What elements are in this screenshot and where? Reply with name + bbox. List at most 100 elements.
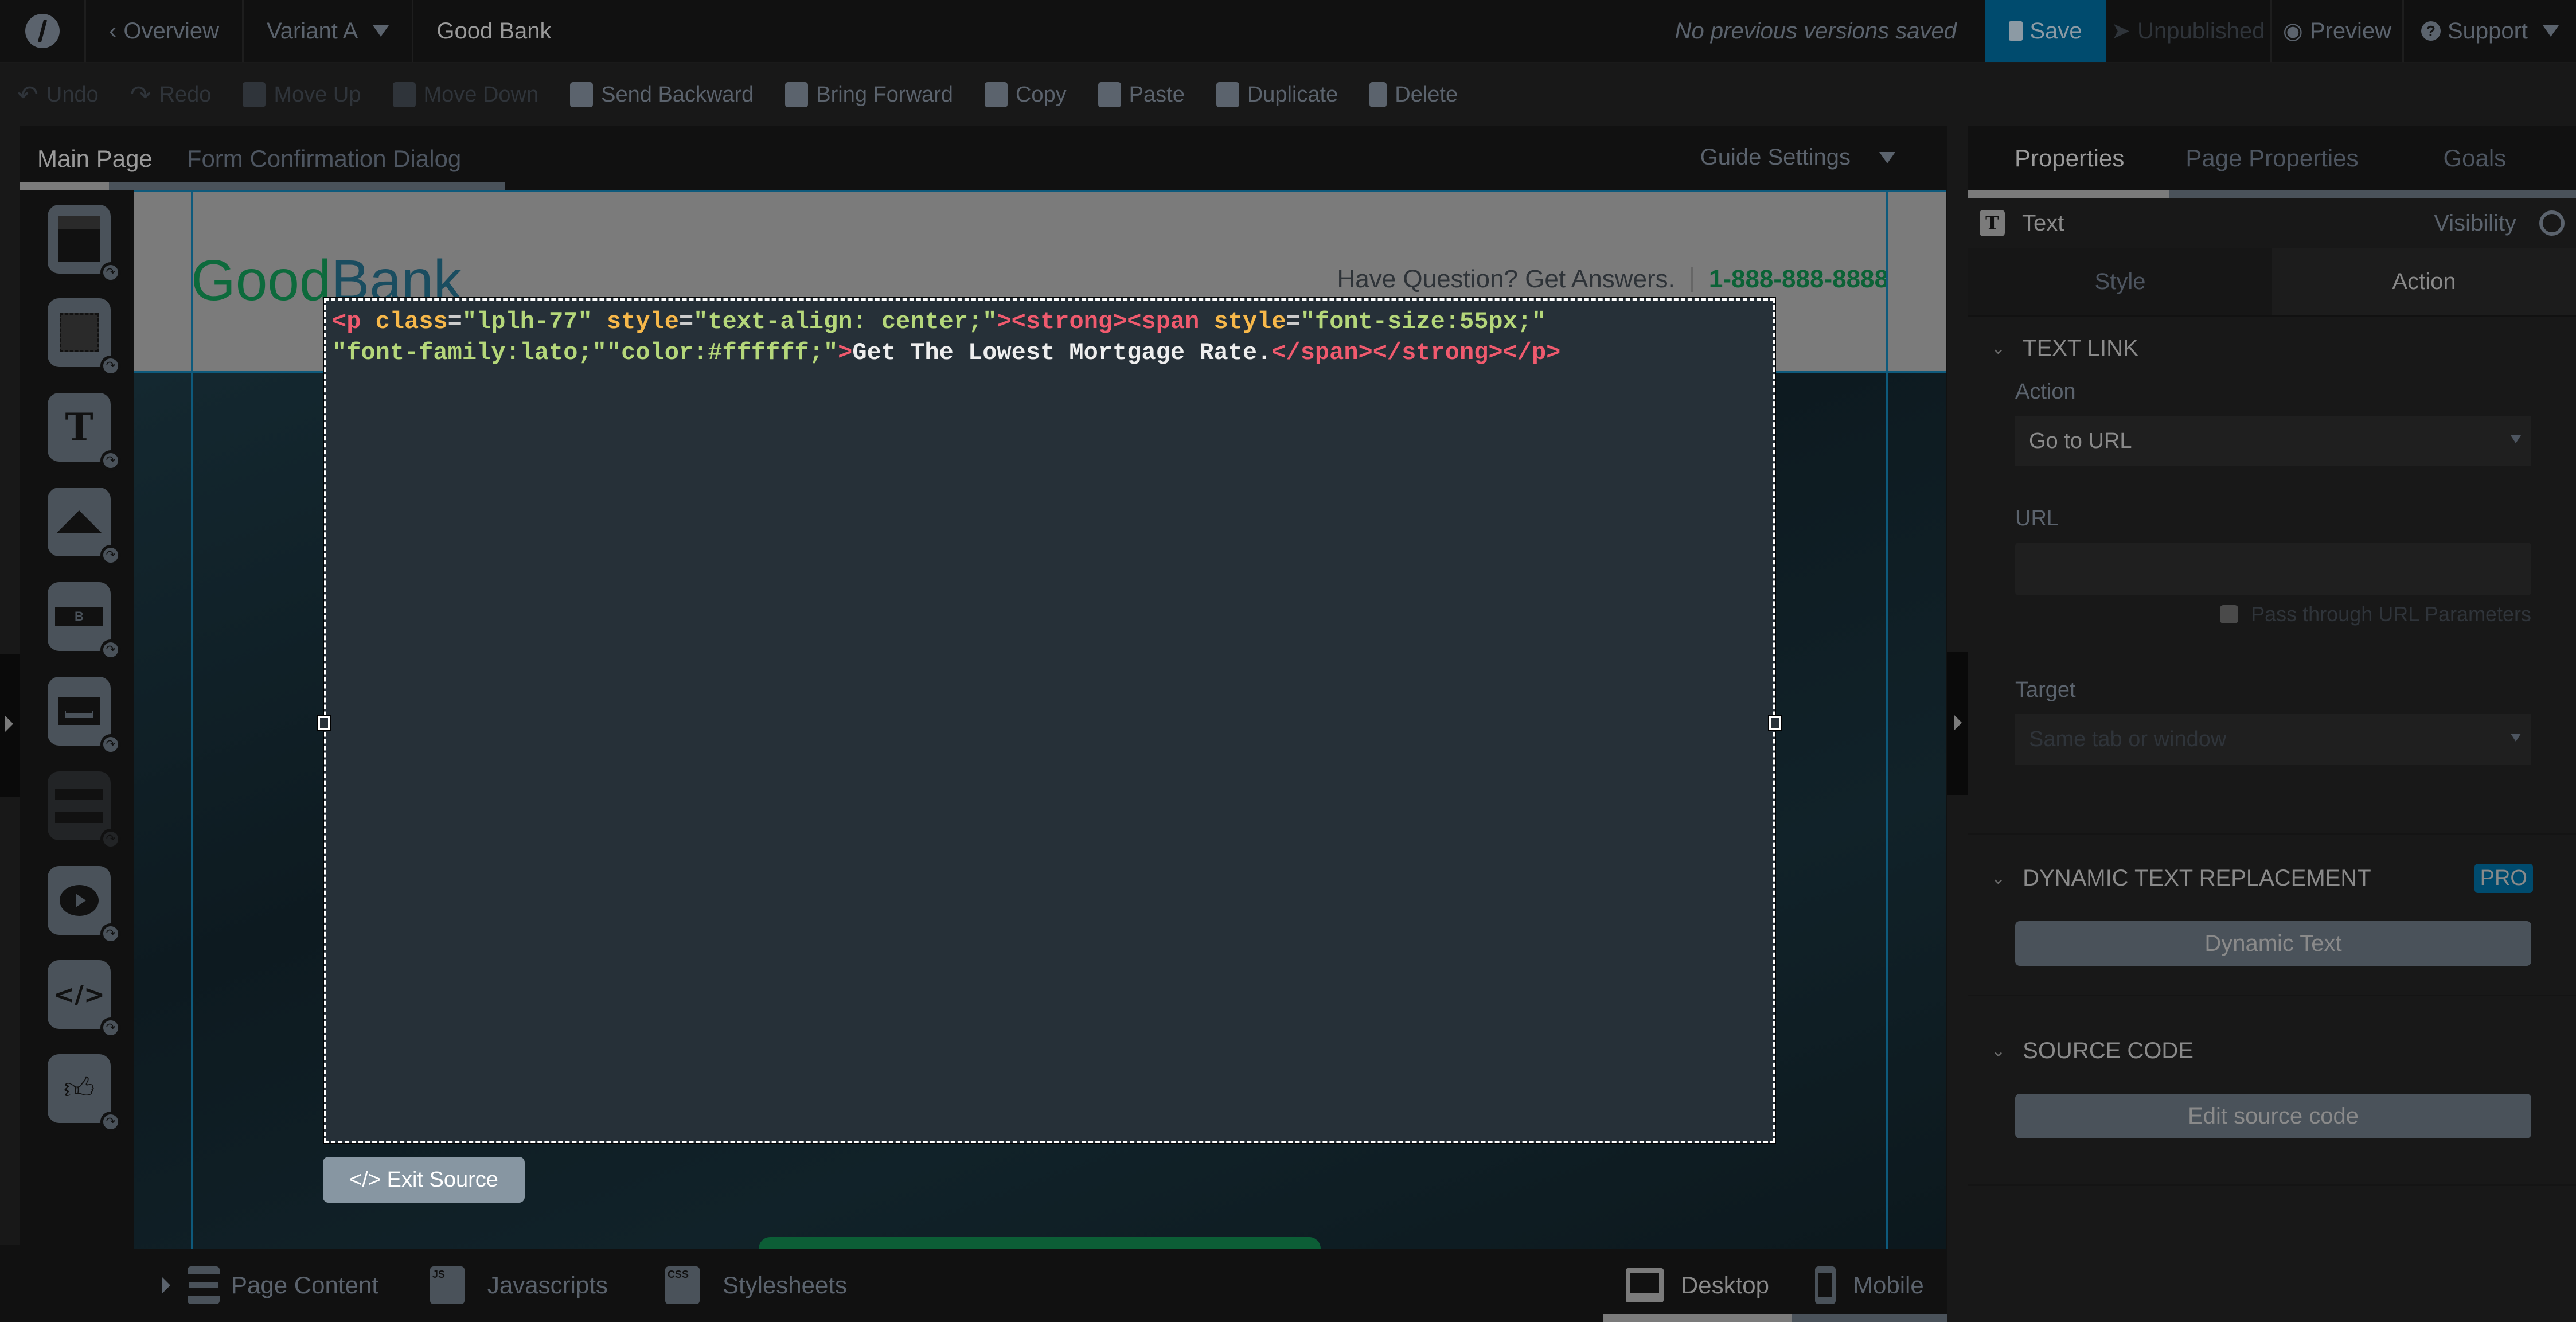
code-editor-content[interactable]: <p class="lplh-77" style="text-align: ce… xyxy=(326,301,1773,374)
code-token-attr: style xyxy=(606,308,679,336)
tab-action[interactable]: Action xyxy=(2272,248,2576,315)
widget-text[interactable]: T ↷ xyxy=(48,393,121,471)
source-code-header[interactable]: ⌄ SOURCE CODE xyxy=(1968,1019,2576,1082)
delete-button[interactable]: Delete xyxy=(1369,82,1458,107)
action-value: Go to URL xyxy=(2029,428,2132,453)
move-up-icon xyxy=(243,82,266,107)
widget-lightbox[interactable]: ↷ xyxy=(48,677,121,755)
active-tab-indicator xyxy=(20,182,109,190)
send-backward-button[interactable]: Send Backward xyxy=(570,82,754,107)
pass-through-checkbox[interactable] xyxy=(2220,605,2239,623)
caret-down-icon xyxy=(1879,151,1895,163)
action-select[interactable]: Go to URL xyxy=(2015,416,2531,466)
duplicate-button[interactable]: Duplicate xyxy=(1216,82,1338,107)
page-content-icon xyxy=(188,1266,220,1304)
code-token-attr: class xyxy=(375,308,448,336)
exit-source-button[interactable]: </> Exit Source xyxy=(323,1157,525,1203)
desktop-view-button[interactable]: Desktop xyxy=(1603,1249,1792,1322)
action-label: Action xyxy=(2015,380,2076,404)
target-select[interactable]: Same tab or window xyxy=(2015,714,2531,765)
pass-through-url-params[interactable]: Pass through URL Parameters xyxy=(1968,602,2531,626)
element-type-label: Text xyxy=(2022,210,2064,236)
save-button[interactable]: Save xyxy=(1985,0,2106,62)
code-token-str: "lplh-77" xyxy=(462,308,607,336)
pass-through-label: Pass through URL Parameters xyxy=(2251,602,2531,626)
widget-text-arrow-icon: ↷ xyxy=(100,450,121,471)
app-logo[interactable] xyxy=(0,0,86,62)
collapse-right-panel-handle[interactable] xyxy=(1947,652,1968,795)
widget-section[interactable]: ↷ xyxy=(48,205,121,283)
support-dropdown[interactable]: ? Support xyxy=(2404,0,2576,62)
device-indicator xyxy=(1792,1314,1947,1322)
tab-form-confirmation-dialog[interactable]: Form Confirmation Dialog xyxy=(170,145,479,173)
page-content-toggle[interactable]: Page Content xyxy=(162,1266,378,1304)
redo-button[interactable]: ↷ Redo xyxy=(130,80,212,110)
tab-goals[interactable]: Goals xyxy=(2374,145,2576,172)
save-label: Save xyxy=(2029,18,2082,44)
unpublished-label: Unpublished xyxy=(2137,18,2265,44)
widget-button[interactable]: B ↷ xyxy=(48,582,121,660)
preview-button[interactable]: ◉ Preview xyxy=(2272,0,2404,62)
paste-button[interactable]: Paste xyxy=(1098,82,1185,107)
overview-link[interactable]: ‹ Overview xyxy=(86,0,244,62)
code-token-str: "font-family:lato;""color:#ffffff;" xyxy=(332,339,838,366)
variant-label: Variant A xyxy=(267,18,358,44)
code-token-tag: <p xyxy=(332,308,376,336)
widget-image[interactable]: ↷ xyxy=(48,488,121,566)
resize-handle-right[interactable] xyxy=(1768,715,1782,731)
widget-custom-html[interactable]: </> ↷ xyxy=(48,960,121,1038)
dynamic-text-button[interactable]: Dynamic Text xyxy=(2015,921,2531,966)
widget-social-arrow-icon: ↷ xyxy=(100,1112,121,1132)
caret-down-icon xyxy=(373,25,389,37)
landing-page-editor: ‹ Overview Variant A Good Bank No previo… xyxy=(0,0,2576,1322)
copy-label: Copy xyxy=(1015,82,1067,107)
active-device-indicator xyxy=(1603,1314,1792,1322)
mobile-label: Mobile xyxy=(1853,1272,1924,1298)
resize-handle-left[interactable] xyxy=(317,715,331,731)
text-link-header[interactable]: ⌄ TEXT LINK xyxy=(1968,317,2576,380)
dynamic-text-header[interactable]: ⌄ DYNAMIC TEXT REPLACEMENT PRO xyxy=(1968,847,2576,910)
bring-forward-button[interactable]: Bring Forward xyxy=(785,82,953,107)
move-up-button[interactable]: Move Up xyxy=(243,82,361,107)
contact-text[interactable]: Have Question? Get Answers. xyxy=(1337,265,1675,294)
variant-dropdown[interactable]: Variant A xyxy=(244,0,414,62)
widget-form-arrow-icon: ↷ xyxy=(100,829,121,849)
dynamic-text-title: DYNAMIC TEXT REPLACEMENT xyxy=(2023,865,2371,891)
url-input[interactable] xyxy=(2015,543,2531,595)
source-code-title: SOURCE CODE xyxy=(2023,1038,2193,1063)
stylesheets-button[interactable]: CSS Stylesheets xyxy=(665,1266,847,1304)
publish-button[interactable]: ➤ Unpublished xyxy=(2106,0,2272,62)
help-circle-icon: ? xyxy=(2421,21,2441,41)
widget-image-arrow-icon: ↷ xyxy=(100,545,121,566)
send-backward-icon xyxy=(570,82,594,107)
visibility-toggle[interactable]: Visibility xyxy=(2434,210,2565,236)
tab-style[interactable]: Style xyxy=(1968,248,2272,315)
floppy-disk-icon xyxy=(2009,21,2023,41)
undo-button[interactable]: ↶ Undo xyxy=(17,80,99,110)
edit-source-code-button[interactable]: Edit source code xyxy=(2015,1094,2531,1138)
phone-number[interactable]: 1-888-888-8888 xyxy=(1709,265,1888,294)
guide-settings-dropdown[interactable]: Guide Settings xyxy=(1700,145,1895,170)
button-icon: B xyxy=(55,607,103,626)
paste-icon xyxy=(1098,82,1121,107)
expand-left-panel-handle[interactable] xyxy=(0,654,20,797)
pro-badge: PRO xyxy=(2474,863,2533,893)
tab-properties[interactable]: Properties xyxy=(1968,145,2171,172)
javascripts-button[interactable]: JS Javascripts xyxy=(430,1266,608,1304)
copy-button[interactable]: Copy xyxy=(984,82,1067,107)
widget-box[interactable]: ↷ xyxy=(48,298,121,376)
tab-page-properties[interactable]: Page Properties xyxy=(2171,145,2373,172)
mobile-view-button[interactable]: Mobile xyxy=(1792,1249,1947,1322)
logo-good-text: Good xyxy=(191,248,331,313)
properties-tab-indicator xyxy=(1968,190,2576,198)
dynamic-text-section: ⌄ DYNAMIC TEXT REPLACEMENT PRO Dynamic T… xyxy=(1968,847,2576,996)
tab-main-page[interactable]: Main Page xyxy=(20,145,170,173)
guide-settings-label: Guide Settings xyxy=(1700,145,1851,170)
widget-social[interactable]: 👍︎ ↷ xyxy=(48,1054,121,1132)
source-code-editor[interactable]: <p class="lplh-77" style="text-align: ce… xyxy=(317,297,1782,1144)
widget-form[interactable]: ↷ xyxy=(48,771,121,849)
move-down-button[interactable]: Move Down xyxy=(392,82,538,107)
widget-video[interactable]: ↷ xyxy=(48,866,121,944)
caret-down-icon xyxy=(2543,25,2559,37)
cta-button-partial[interactable] xyxy=(759,1237,1321,1249)
